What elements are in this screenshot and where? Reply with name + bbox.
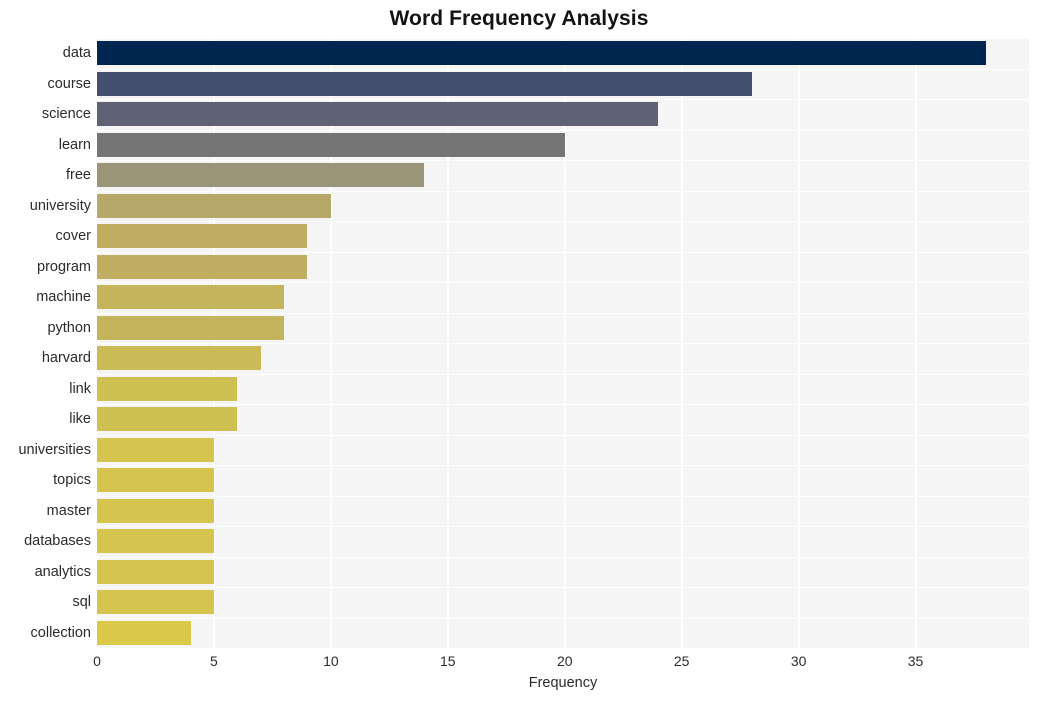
bar-row	[97, 620, 1029, 645]
bar-like[interactable]	[97, 407, 238, 432]
bar-analytics[interactable]	[97, 559, 214, 584]
bar-program[interactable]	[97, 254, 308, 279]
y-tick-label-science: science	[41, 106, 91, 123]
x-tick-label-20: 20	[556, 653, 573, 669]
gridline-horizontal	[97, 38, 1029, 39]
y-tick-label-like: like	[69, 411, 91, 428]
gridline-horizontal	[97, 160, 1029, 161]
gridline-horizontal	[97, 69, 1029, 70]
x-tick-label-5: 5	[210, 653, 218, 669]
y-tick-label-learn: learn	[58, 136, 91, 153]
y-tick-label-free: free	[66, 167, 91, 184]
gridline-horizontal	[97, 252, 1029, 253]
gridline-horizontal	[97, 465, 1029, 466]
gridline-horizontal	[97, 343, 1029, 344]
bar-row	[97, 71, 1029, 96]
y-tick-label-python: python	[47, 319, 91, 336]
y-tick-label-cover: cover	[55, 228, 91, 245]
bar-python[interactable]	[97, 315, 285, 340]
bar-row	[97, 163, 1029, 188]
bar-row	[97, 407, 1029, 432]
bar-row	[97, 132, 1029, 157]
bar-row	[97, 376, 1029, 401]
x-axis-title: Frequency	[528, 675, 598, 691]
x-tick-label-0: 0	[93, 653, 101, 669]
gridline-horizontal	[97, 496, 1029, 497]
gridline-horizontal	[97, 374, 1029, 375]
y-tick-label-link: link	[69, 380, 91, 397]
y-tick-label-program: program	[37, 258, 91, 275]
bar-row	[97, 224, 1029, 249]
bar-learn[interactable]	[97, 132, 565, 157]
bar-sql[interactable]	[97, 590, 214, 615]
gridline-horizontal	[97, 618, 1029, 619]
y-tick-label-analytics: analytics	[34, 563, 91, 580]
bar-cover[interactable]	[97, 224, 308, 249]
bar-collection[interactable]	[97, 620, 191, 645]
y-tick-label-harvard: harvard	[41, 350, 91, 367]
y-tick-label-topics: topics	[53, 472, 91, 489]
bar-topics[interactable]	[97, 468, 214, 493]
x-tick-label-10: 10	[323, 653, 339, 669]
bar-free[interactable]	[97, 163, 425, 188]
x-tick-label-30: 30	[790, 653, 807, 669]
gridline-horizontal	[97, 282, 1029, 283]
plot-area	[97, 38, 1029, 648]
bar-row	[97, 559, 1029, 584]
bar-row	[97, 254, 1029, 279]
bar-row	[97, 529, 1029, 554]
y-tick-label-machine: machine	[36, 289, 91, 306]
y-tick-label-sql: sql	[72, 594, 91, 611]
x-tick-label-25: 25	[673, 653, 690, 669]
bar-row	[97, 498, 1029, 523]
bar-row	[97, 346, 1029, 371]
gridline-horizontal	[97, 221, 1029, 222]
bar-row	[97, 193, 1029, 218]
y-tick-label-data: data	[62, 45, 91, 62]
gridline-horizontal	[97, 557, 1029, 558]
y-tick-label-databases: databases	[24, 533, 91, 550]
y-tick-label-collection: collection	[30, 624, 91, 641]
bar-row	[97, 102, 1029, 127]
y-tick-label-university: university	[29, 197, 91, 214]
chart-container: Word Frequency Analysis data course scienc…	[0, 0, 1038, 701]
gridline-horizontal	[97, 130, 1029, 131]
gridline-horizontal	[97, 435, 1029, 436]
bar-machine[interactable]	[97, 285, 285, 310]
bar-course[interactable]	[97, 71, 752, 96]
bar-databases[interactable]	[97, 529, 214, 554]
bar-row	[97, 315, 1029, 340]
bar-master[interactable]	[97, 498, 214, 523]
gridline-horizontal	[97, 191, 1029, 192]
bar-harvard[interactable]	[97, 346, 261, 371]
y-tick-label-master: master	[46, 502, 91, 519]
gridline-horizontal	[97, 99, 1029, 100]
bar-science[interactable]	[97, 102, 659, 127]
x-tick-label-15: 15	[440, 653, 456, 669]
gridline-horizontal	[97, 404, 1029, 405]
gridline-horizontal	[97, 587, 1029, 588]
bar-row	[97, 437, 1029, 462]
bar-universities[interactable]	[97, 437, 214, 462]
bar-data[interactable]	[97, 41, 986, 66]
bar-university[interactable]	[97, 193, 331, 218]
chart-title: Word Frequency Analysis	[389, 7, 649, 30]
bar-row	[97, 285, 1029, 310]
y-tick-label-course: course	[47, 75, 91, 92]
bar-row	[97, 41, 1029, 66]
gridline-horizontal	[97, 313, 1029, 314]
y-tick-label-universities: universities	[18, 441, 91, 458]
x-tick-label-35: 35	[907, 653, 924, 669]
gridline-horizontal	[97, 526, 1029, 527]
bar-row	[97, 590, 1029, 615]
bar-row	[97, 468, 1029, 493]
bar-link[interactable]	[97, 376, 238, 401]
